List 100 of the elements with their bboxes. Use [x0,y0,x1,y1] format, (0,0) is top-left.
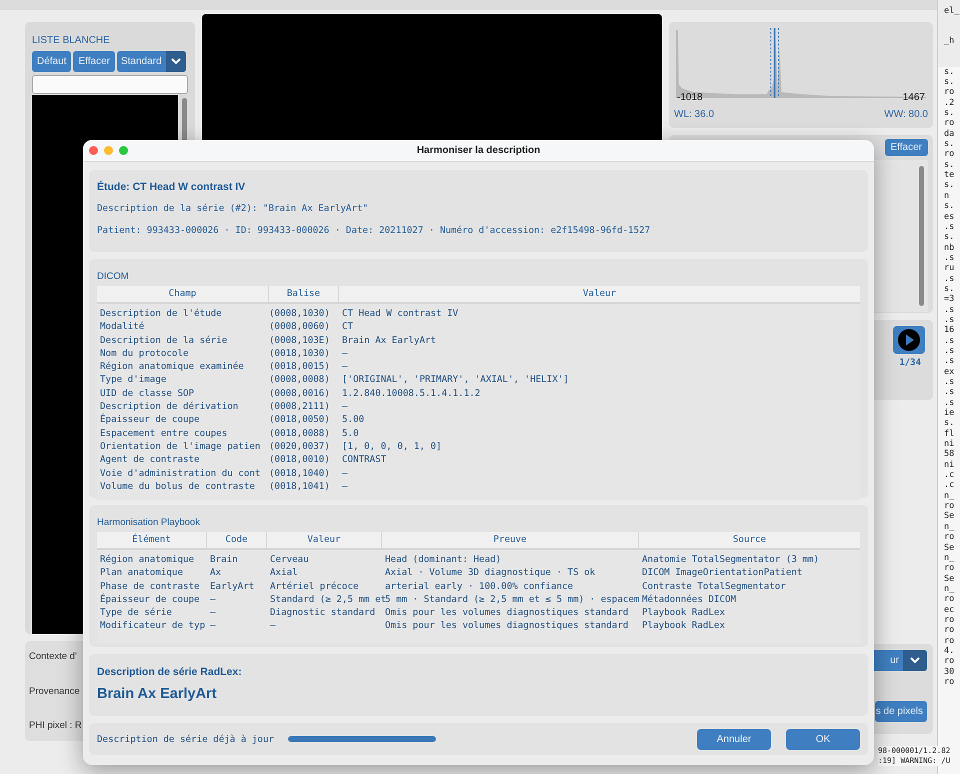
preset-dropdown[interactable]: Standard [116,51,186,72]
column-header[interactable]: Champ [97,286,269,302]
log-line: ro [944,676,956,688]
log-line: ro [944,594,956,605]
log-line: ro [944,563,956,574]
scrollbar[interactable] [919,166,924,306]
log-line: s. [944,139,956,150]
table-cell-text: Playbook RadLex [641,606,726,620]
log-line: .2 [944,98,956,108]
log-line: n_ [944,552,956,564]
table-cell-text: Brain [209,553,239,566]
log-line: .s [944,314,956,326]
log-line: ro [944,625,956,636]
chevron-down-icon [910,657,920,664]
table-cell-text: [1, 0, 0, 0, 1, 0] [341,440,443,454]
table-cell-text: Description de l'étude [99,307,223,320]
column-header[interactable]: Valeur [267,532,382,548]
table-cell-text: (0008,0016) [269,386,331,400]
table-cell-text: arterial early · 100.00% confiance [384,580,574,593]
log-line: n_ [944,490,956,502]
log-line: .s [944,346,956,356]
table-cell-text: Métadonnées DICOM [641,592,738,606]
table-cell-text: 5.00 [341,413,366,427]
close-button[interactable] [89,146,98,155]
dialog-button[interactable]: OK [786,728,860,750]
log-line: 4. [944,646,956,656]
column-header[interactable]: Balise [269,286,339,302]
table-cell-text: Artériel précoce [269,580,360,593]
toolbar-button[interactable]: Effacer [73,51,115,72]
log-line: es [944,212,956,222]
dialog-button[interactable]: Annuler [697,728,771,750]
table-cell-text: Région anatomique examinée [99,360,245,374]
log-line: s. [944,232,956,243]
pixel-button[interactable]: s de pixels [874,701,927,722]
table-cell-text: Type de série [99,606,173,620]
table-cell-text: (0008,0008) [269,373,331,387]
patient-info: Patient: 993433-000026 · ID: 993433-000026 · Date: 20211027 · Numéro d'accession: e2f15498-96fd-1527 [97,225,652,236]
series-description: Description de la série (#2): "Brain Ax EarlyArt" [97,203,370,214]
log-line: ro [944,656,956,667]
table-cell-text: (0020,0037) [269,440,331,454]
log-line: Se [944,574,956,584]
column-header[interactable]: Source [639,532,860,548]
table-cell-text: (0018,0010) [269,453,331,467]
info-label: Contexte d' [29,651,77,662]
table-cell-text: — [341,346,349,360]
table-cell-text: Épaisseur de coupe [99,413,201,427]
log-line: te [944,170,956,180]
log-line: .s [944,304,956,315]
clear-button[interactable]: Effacer [884,139,928,156]
log-line: ec [944,604,956,615]
table-cell-text: Cerveau [269,553,310,566]
table-cell-text: Description de la série [99,334,228,347]
window-level: WL: 36.0 [674,109,714,120]
table-cell-text: Brain Ax EarlyArt [341,334,438,347]
table-cell-text: UID de classe SOP [99,386,196,400]
chevron-down-icon [170,58,181,65]
column-header[interactable]: Preuve [382,532,639,548]
window-width: WW: 80.0 [884,109,928,120]
table-cell-text: Anatomie TotalSegmentator (3 mm) [641,553,820,566]
table-cell-text: Axial [269,566,299,580]
table-cell-text: — [269,619,277,633]
search-field[interactable] [32,75,188,94]
zoom-button[interactable] [119,146,128,155]
log-line: ex [944,366,956,377]
column-header[interactable]: Élément [97,532,207,548]
column-header[interactable]: Code [207,532,267,548]
table-cell-text: Voie d'administration du cont [99,466,262,480]
table-cell-text: — [209,619,217,633]
log-line: ro [944,532,956,542]
log-line: .s [944,274,956,284]
log-line: .s [944,252,956,264]
log-line: n [944,190,950,202]
log-line: .s [944,387,956,398]
table-cell-text: Nom du protocole [99,346,190,360]
log-line: ro [944,636,956,646]
play-icon [897,328,921,352]
table-cell-text: (0018,0088) [269,426,331,440]
window-title: Harmoniser la description [416,145,540,156]
log-line: s. [944,108,956,118]
table-cell-text: Plan anatomique [99,566,184,580]
info-label: Provenance [29,686,80,696]
play-button[interactable] [893,326,925,354]
table-cell-text: EarlyArt [209,580,256,593]
table-cell-text: Head (dominant: Head) [384,553,502,566]
log-line: nb [944,242,956,253]
log-line: da [944,128,956,140]
radlex-description: Brain Ax EarlyArt [97,686,218,702]
column-header[interactable]: Valeur [339,286,860,302]
minimize-button[interactable] [104,146,113,155]
table-cell-text: Espacement entre coupes [99,426,228,440]
table-cell-text: Playbook RadLex [641,619,726,633]
study-heading: Étude: CT Head W contrast IV [97,181,246,193]
table-cell-text: Modalité [99,320,146,334]
log-line: ro [944,501,956,512]
log-line: 58 [944,449,956,460]
table-cell-text: — [341,400,349,414]
table-cell-text: Axial · Volume 3D diagnostique · TS ok [384,566,596,580]
table-cell-text: — [341,480,349,494]
log-line: ie [944,408,956,418]
toolbar-button[interactable]: Défaut [32,51,72,72]
